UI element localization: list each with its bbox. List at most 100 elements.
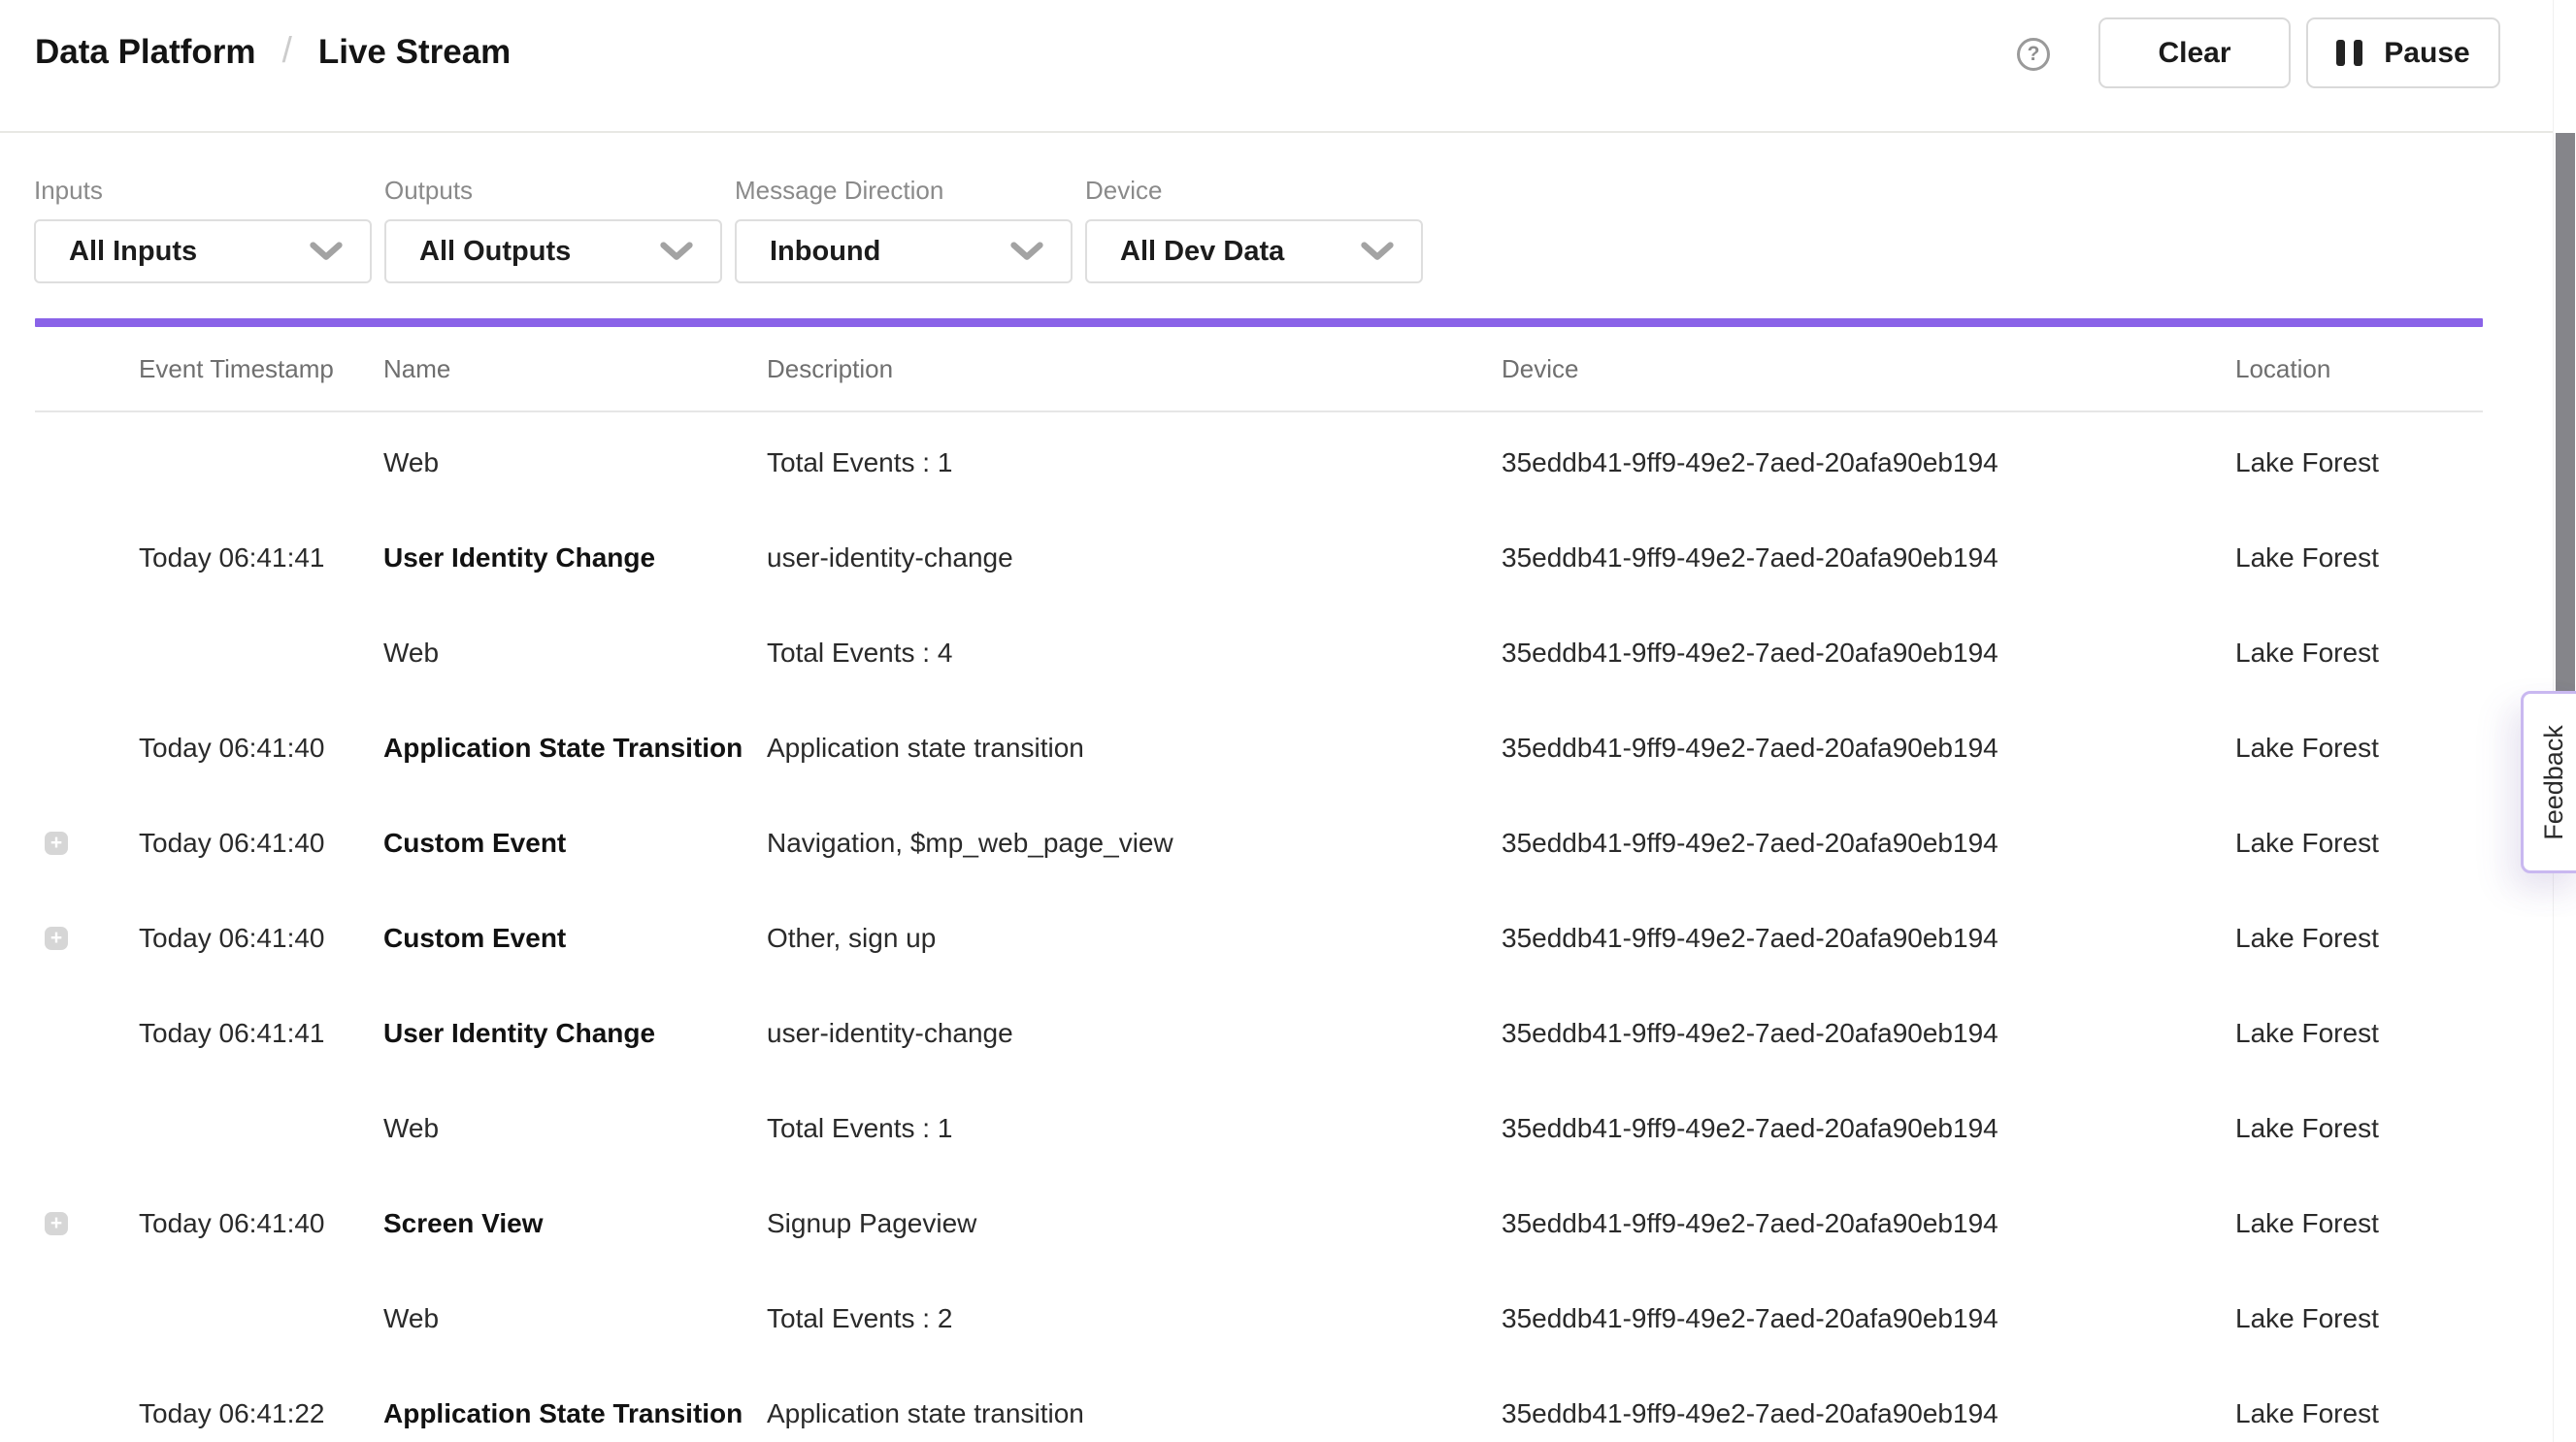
table-row[interactable]: + Web Total Events : 1 35eddb41-9ff9-49e… [35,415,2483,510]
row-expand-cell: + [35,1022,139,1045]
event-table-body: + Web Total Events : 1 35eddb41-9ff9-49e… [35,415,2483,1442]
event-device: 35eddb41-9ff9-49e2-7aed-20afa90eb194 [1502,828,2235,859]
breadcrumb-separator: / [282,30,292,71]
pause-button[interactable]: Pause [2306,17,2500,88]
filter-outputs: Outputs All Outputs [384,176,722,283]
event-timestamp: Today 06:41:40 [139,1208,383,1239]
row-expand-cell: + [35,451,139,475]
event-timestamp: Today 06:41:40 [139,923,383,954]
device-select[interactable]: All Dev Data [1085,219,1423,283]
event-location: Lake Forest [2235,1303,2483,1334]
row-expand-cell: + [35,1117,139,1140]
breadcrumb-current-live-stream: Live Stream [318,33,511,72]
event-name: User Identity Change [383,1018,767,1049]
chevron-down-icon [1361,242,1394,261]
feedback-tab-label: Feedback [2539,725,2569,840]
event-location: Lake Forest [2235,1398,2483,1429]
event-description: Signup Pageview [767,1208,1502,1239]
table-row[interactable]: + Web Total Events : 2 35eddb41-9ff9-49e… [35,1271,2483,1366]
inputs-select[interactable]: All Inputs [34,219,372,283]
pause-button-label: Pause [2384,37,2469,70]
expand-row-button[interactable]: + [45,832,68,855]
event-name: Web [383,638,767,669]
event-location: Lake Forest [2235,542,2483,574]
message-direction-select[interactable]: Inbound [735,219,1073,283]
event-device: 35eddb41-9ff9-49e2-7aed-20afa90eb194 [1502,733,2235,764]
event-name: Screen View [383,1208,767,1239]
device-select-value: All Dev Data [1120,236,1284,268]
event-name: Web [383,1303,767,1334]
event-device: 35eddb41-9ff9-49e2-7aed-20afa90eb194 [1502,923,2235,954]
column-event-timestamp: Event Timestamp [139,354,383,384]
row-expand-cell: + [35,927,139,950]
table-row[interactable]: + Today 06:41:40 Application State Trans… [35,701,2483,796]
event-location: Lake Forest [2235,1113,2483,1144]
help-icon: ? [2028,43,2040,66]
scrollbar-thumb[interactable] [2556,133,2575,692]
column-name: Name [383,354,767,384]
filter-device: Device All Dev Data [1085,176,1423,283]
event-description: Application state transition [767,733,1502,764]
chevron-down-icon [660,242,693,261]
table-row[interactable]: + Today 06:41:41 User Identity Change us… [35,510,2483,606]
event-description: Navigation, $mp_web_page_view [767,828,1502,859]
event-name: Custom Event [383,923,767,954]
event-name: Application State Transition [383,1398,767,1429]
event-description: Application state transition [767,1398,1502,1429]
event-location: Lake Forest [2235,923,2483,954]
filter-message-direction: Message Direction Inbound [735,176,1073,283]
row-expand-cell: + [35,1212,139,1235]
event-location: Lake Forest [2235,828,2483,859]
event-device: 35eddb41-9ff9-49e2-7aed-20afa90eb194 [1502,638,2235,669]
table-row[interactable]: + Web Total Events : 1 35eddb41-9ff9-49e… [35,1081,2483,1176]
row-expand-cell: + [35,737,139,760]
event-timestamp: Today 06:41:40 [139,733,383,764]
event-timestamp: Today 06:41:40 [139,828,383,859]
table-row[interactable]: + Web Total Events : 4 35eddb41-9ff9-49e… [35,606,2483,701]
event-location: Lake Forest [2235,447,2483,478]
event-device: 35eddb41-9ff9-49e2-7aed-20afa90eb194 [1502,1113,2235,1144]
live-stream-screen: Data Platform / Live Stream ? Clear Paus… [0,0,2576,1442]
event-description: user-identity-change [767,542,1502,574]
event-location: Lake Forest [2235,1018,2483,1049]
breadcrumb-data-platform[interactable]: Data Platform [35,33,256,72]
table-row[interactable]: + Today 06:41:22 Application State Trans… [35,1366,2483,1442]
event-device: 35eddb41-9ff9-49e2-7aed-20afa90eb194 [1502,447,2235,478]
event-device: 35eddb41-9ff9-49e2-7aed-20afa90eb194 [1502,542,2235,574]
event-timestamp: Today 06:41:41 [139,542,383,574]
event-table-header: Event Timestamp Name Description Device … [35,327,2483,412]
clear-button-label: Clear [2158,37,2230,70]
event-device: 35eddb41-9ff9-49e2-7aed-20afa90eb194 [1502,1398,2235,1429]
help-button[interactable]: ? [2017,38,2050,71]
feedback-tab[interactable]: Feedback [2521,691,2576,873]
filter-outputs-label: Outputs [384,176,722,206]
event-name: Web [383,447,767,478]
row-expand-cell: + [35,1307,139,1330]
outputs-select[interactable]: All Outputs [384,219,722,283]
event-timestamp: Today 06:41:41 [139,1018,383,1049]
column-device: Device [1502,354,2235,384]
table-row[interactable]: + Today 06:41:40 Custom Event Navigation… [35,796,2483,891]
top-bar: Data Platform / Live Stream ? Clear Paus… [0,0,2553,133]
event-device: 35eddb41-9ff9-49e2-7aed-20afa90eb194 [1502,1208,2235,1239]
event-device: 35eddb41-9ff9-49e2-7aed-20afa90eb194 [1502,1303,2235,1334]
table-row[interactable]: + Today 06:41:40 Custom Event Other, sig… [35,891,2483,986]
event-name: Custom Event [383,828,767,859]
event-timestamp: Today 06:41:22 [139,1398,383,1429]
clear-button[interactable]: Clear [2098,17,2291,88]
column-description: Description [767,354,1502,384]
event-description: Total Events : 1 [767,1113,1502,1144]
breadcrumb: Data Platform / Live Stream [35,32,511,73]
row-expand-cell: + [35,546,139,570]
filter-device-label: Device [1085,176,1423,206]
expand-row-button[interactable]: + [45,1212,68,1235]
plus-icon: + [50,833,62,853]
filter-inputs-label: Inputs [34,176,372,206]
pause-icon [2336,40,2362,66]
filter-message-direction-label: Message Direction [735,176,1073,206]
table-row[interactable]: + Today 06:41:40 Screen View Signup Page… [35,1176,2483,1271]
expand-row-button[interactable]: + [45,927,68,950]
filters-bar: Inputs All Inputs Outputs All Outputs Me… [34,176,1423,283]
table-row[interactable]: + Today 06:41:41 User Identity Change us… [35,986,2483,1081]
plus-icon: + [50,1213,62,1233]
